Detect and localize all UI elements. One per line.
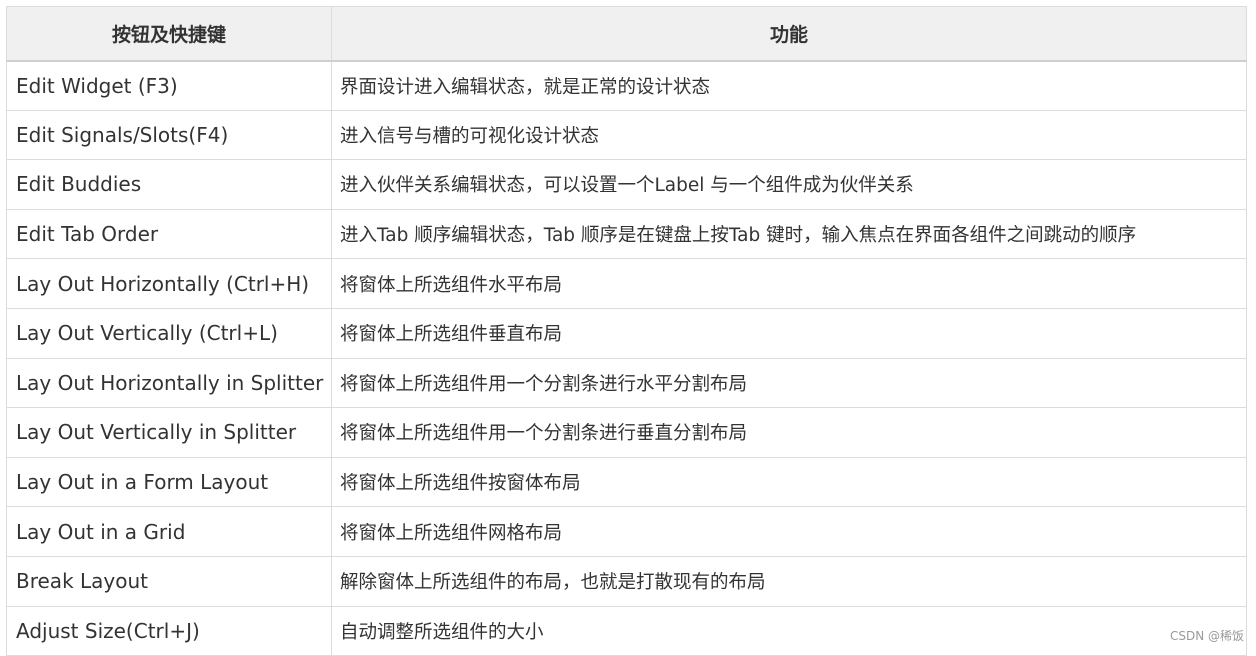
function-cell: 自动调整所选组件的大小 bbox=[331, 605, 1247, 656]
function-cell: 进入信号与槽的可视化设计状态 bbox=[331, 109, 1247, 161]
header-shortcut: 按钮及快捷键 bbox=[6, 6, 332, 62]
shortcut-cell: Edit Buddies bbox=[6, 159, 332, 210]
shortcut-cell: Lay Out in a Form Layout bbox=[6, 456, 332, 508]
table-row: Adjust Size(Ctrl+J) 自动调整所选组件的大小 bbox=[6, 605, 1247, 656]
table-header: 按钮及快捷键 功能 bbox=[6, 6, 1247, 62]
table-row: Lay Out in a Grid 将窗体上所选组件网格布局 bbox=[6, 506, 1247, 557]
table-row: Lay Out Vertically in Splitter 将窗体上所选组件用… bbox=[6, 407, 1247, 458]
table-row: Lay Out Horizontally (Ctrl+H) 将窗体上所选组件水平… bbox=[6, 258, 1247, 309]
table-row: Edit Tab Order 进入Tab 顺序编辑状态，Tab 顺序是在键盘上按… bbox=[6, 208, 1247, 260]
function-cell: 将窗体上所选组件用一个分割条进行垂直分割布局 bbox=[331, 407, 1247, 458]
function-cell: 进入Tab 顺序编辑状态，Tab 顺序是在键盘上按Tab 键时，输入焦点在界面各… bbox=[331, 208, 1247, 260]
table-row: Edit Widget (F3) 界面设计进入编辑状态，就是正常的设计状态 bbox=[6, 60, 1247, 111]
table-row: Edit Buddies 进入伙伴关系编辑状态，可以设置一个Label 与一个组… bbox=[6, 159, 1247, 210]
table-row: Lay Out Horizontally in Splitter 将窗体上所选组… bbox=[6, 357, 1247, 409]
shortcut-cell: Lay Out Horizontally (Ctrl+H) bbox=[6, 258, 332, 309]
shortcut-cell: Lay Out Vertically (Ctrl+L) bbox=[6, 307, 332, 359]
shortcut-table: 按钮及快捷键 功能 Edit Widget (F3) 界面设计进入编辑状态，就是… bbox=[6, 6, 1247, 656]
shortcut-cell: Edit Widget (F3) bbox=[6, 60, 332, 111]
function-cell: 将窗体上所选组件用一个分割条进行水平分割布局 bbox=[331, 357, 1247, 409]
function-cell: 解除窗体上所选组件的布局，也就是打散现有的布局 bbox=[331, 555, 1247, 607]
function-cell: 进入伙伴关系编辑状态，可以设置一个Label 与一个组件成为伙伴关系 bbox=[331, 159, 1247, 210]
shortcut-cell: Edit Signals/Slots(F4) bbox=[6, 109, 332, 161]
function-cell: 将窗体上所选组件网格布局 bbox=[331, 506, 1247, 557]
shortcut-cell: Adjust Size(Ctrl+J) bbox=[6, 605, 332, 656]
function-cell: 将窗体上所选组件水平布局 bbox=[331, 258, 1247, 309]
function-cell: 界面设计进入编辑状态，就是正常的设计状态 bbox=[331, 60, 1247, 111]
function-cell: 将窗体上所选组件垂直布局 bbox=[331, 307, 1247, 359]
shortcut-cell: Break Layout bbox=[6, 555, 332, 607]
table-row: Lay Out Vertically (Ctrl+L) 将窗体上所选组件垂直布局 bbox=[6, 307, 1247, 359]
shortcut-cell: Edit Tab Order bbox=[6, 208, 332, 260]
header-row: 按钮及快捷键 功能 bbox=[6, 6, 1247, 62]
table-row: Lay Out in a Form Layout 将窗体上所选组件按窗体布局 bbox=[6, 456, 1247, 508]
shortcut-cell: Lay Out Horizontally in Splitter bbox=[6, 357, 332, 409]
table-row: Edit Signals/Slots(F4) 进入信号与槽的可视化设计状态 bbox=[6, 109, 1247, 161]
shortcut-cell: Lay Out in a Grid bbox=[6, 506, 332, 557]
header-function: 功能 bbox=[331, 6, 1247, 62]
watermark: CSDN @稀饭 bbox=[1169, 629, 1244, 643]
table-body: Edit Widget (F3) 界面设计进入编辑状态，就是正常的设计状态 Ed… bbox=[6, 60, 1247, 656]
shortcut-cell: Lay Out Vertically in Splitter bbox=[6, 407, 332, 458]
table-row: Break Layout 解除窗体上所选组件的布局，也就是打散现有的布局 bbox=[6, 555, 1247, 607]
function-cell: 将窗体上所选组件按窗体布局 bbox=[331, 456, 1247, 508]
